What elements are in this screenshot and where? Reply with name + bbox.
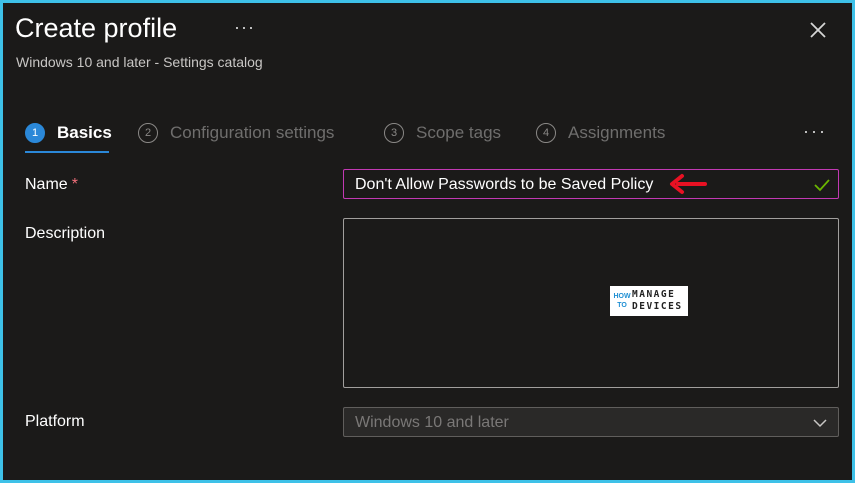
platform-dropdown[interactable]: Windows 10 and later <box>343 407 839 437</box>
required-marker: * <box>71 176 78 193</box>
step-number: 1 <box>25 123 45 143</box>
name-input-value: Don't Allow Passwords to be Saved Policy <box>355 176 654 193</box>
create-profile-panel: Create profile ··· Windows 10 and later … <box>0 0 855 483</box>
platform-selected-value: Windows 10 and later <box>355 414 509 431</box>
name-label-text: Name <box>25 176 68 193</box>
step-number: 3 <box>384 123 404 143</box>
more-options-button[interactable]: ··· <box>234 17 255 38</box>
step-number: 4 <box>536 123 556 143</box>
tab-configuration-settings[interactable]: 2 Configuration settings <box>138 121 334 145</box>
tab-label: Configuration settings <box>170 123 335 142</box>
page-subtitle: Windows 10 and later - Settings catalog <box>16 54 263 70</box>
watermark-how-to: HOW TO <box>613 293 631 309</box>
tab-label: Assignments <box>568 123 666 142</box>
description-textarea[interactable] <box>343 218 839 388</box>
arrow-left-icon <box>670 174 707 194</box>
watermark-words: MANAGE DEVICES <box>632 289 683 313</box>
checkmark-icon <box>814 179 830 192</box>
watermark-line1: MANAGE <box>632 289 676 300</box>
page-title: Create profile <box>15 13 178 43</box>
tab-label: Scope tags <box>416 123 502 142</box>
platform-label: Platform <box>25 413 85 430</box>
wizard-tabs: 1 Basics 2 Configuration settings 3 Scop… <box>25 117 835 155</box>
description-label: Description <box>25 225 106 242</box>
watermark-logo: HOW TO MANAGE DEVICES <box>610 286 688 316</box>
tabs-more-button[interactable]: ··· <box>803 121 827 142</box>
tab-scope-tags[interactable]: 3 Scope tags <box>384 121 501 145</box>
watermark-line2: DEVICES <box>632 301 683 312</box>
chevron-down-icon <box>813 419 827 428</box>
close-icon[interactable] <box>807 19 829 41</box>
step-number: 2 <box>138 123 158 143</box>
header: Create profile <box>15 13 177 44</box>
active-tab-indicator <box>25 151 109 153</box>
tab-label: Basics <box>57 123 112 142</box>
tab-assignments[interactable]: 4 Assignments <box>536 121 665 145</box>
name-input[interactable]: Don't Allow Passwords to be Saved Policy <box>343 169 839 199</box>
name-label: Name * <box>25 176 78 194</box>
tab-basics[interactable]: 1 Basics <box>25 121 112 145</box>
